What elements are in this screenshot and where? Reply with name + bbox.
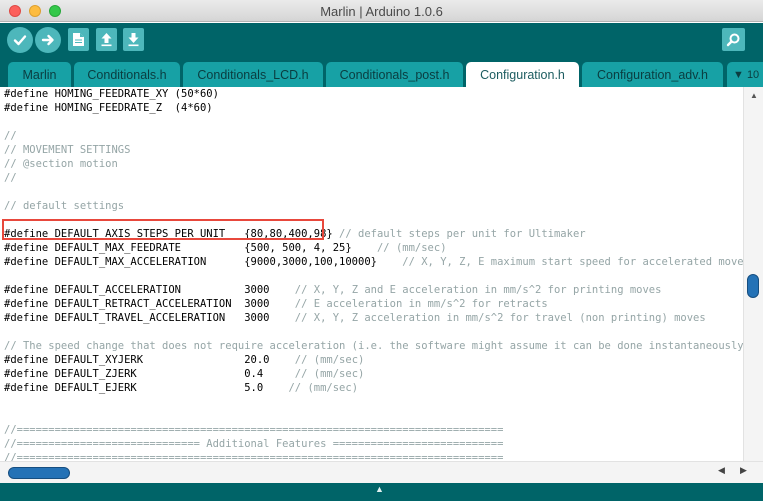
code-text: #define DEFAULT_EJERK 5.0 (4, 382, 289, 394)
code-text: #define DEFAULT_ZJERK 0.4 (4, 368, 295, 380)
code-line: #define DEFAULT_ACCELERATION 3000 // X, … (4, 283, 743, 297)
code-comment: // (mm/sec) (294, 368, 365, 380)
open-up-icon (101, 33, 112, 47)
new-sketch-button[interactable] (68, 28, 89, 51)
upload-button[interactable] (35, 27, 61, 53)
code-line: #define DEFAULT_MAX_ACCELERATION {9000,3… (4, 255, 743, 269)
code-lines: #define HOMING_FEEDRATE_XY (50*60) #defin… (4, 87, 743, 461)
save-down-icon (128, 33, 139, 47)
code-text: #define DEFAULT_MAX_ACCELERATION {9000,3… (4, 256, 403, 268)
code-comment: // MOVEMENT SETTINGS (4, 144, 131, 156)
window-title: Marlin | Arduino 1.0.6 (320, 4, 443, 19)
code-comment: // The speed change that does not requir… (4, 340, 743, 352)
code-line: // @section motion (4, 157, 743, 171)
new-file-icon (73, 33, 84, 46)
code-comment: // default steps per unit for Ultimaker (339, 228, 586, 240)
horizontal-scrollbar[interactable]: ◀ ▶ (0, 461, 763, 483)
chevron-left-icon[interactable]: ◀ (718, 465, 725, 476)
code-line: // (4, 171, 743, 185)
tab-conditionals-h[interactable]: Conditionals.h (74, 62, 180, 87)
magnifier-icon (726, 33, 740, 47)
code-comment: // (mm/sec) (294, 354, 365, 366)
code-text: #define DEFAULT_RETRACT_ACCELERATION 300… (4, 298, 295, 310)
code-text: #define DEFAULT_TRAVEL_ACCELERATION 3000 (4, 312, 295, 324)
tab-conditionals-post-h[interactable]: Conditionals_post.h (326, 62, 463, 87)
code-line: // MOVEMENT SETTINGS (4, 143, 743, 157)
code-comment: //============================= Addition… (4, 438, 504, 450)
chevron-up-icon[interactable]: ▲ (750, 91, 758, 100)
code-text: #define HOMING_FEEDRATE_Z (4*60) (4, 102, 213, 114)
window-titlebar[interactable]: Marlin | Arduino 1.0.6 (0, 0, 763, 22)
serial-monitor-button[interactable] (722, 28, 745, 51)
code-line: #define DEFAULT_TRAVEL_ACCELERATION 3000… (4, 311, 743, 325)
code-line: #define DEFAULT_RETRACT_ACCELERATION 300… (4, 297, 743, 311)
code-comment: // X, Y, Z and E acceleration in mm/s^2 … (294, 284, 662, 296)
code-comment: // @section motion (4, 158, 118, 170)
console-divider[interactable]: ▲ (0, 483, 763, 501)
code-line: // The speed change that does not requir… (4, 339, 743, 353)
code-comment: // (4, 172, 17, 184)
code-line: //======================================… (4, 451, 743, 461)
code-comment: // (4, 130, 17, 142)
code-line: #define DEFAULT_AXIS_STEPS_PER_UNIT {80,… (4, 227, 743, 241)
code-comment: // X, Y, Z acceleration in mm/s^2 for tr… (294, 312, 706, 324)
code-line: #define DEFAULT_ZJERK 0.4 // (mm/sec) (4, 367, 743, 381)
tab-menu-button[interactable]: ▼ 10 (727, 62, 763, 87)
verify-button[interactable] (7, 27, 33, 53)
code-line: #define DEFAULT_MAX_FEEDRATE {500, 500, … (4, 241, 743, 255)
code-text: #define DEFAULT_MAX_FEEDRATE {500, 500, … (4, 242, 377, 254)
code-line: #define HOMING_FEEDRATE_Z (4*60) (4, 101, 743, 115)
code-line: #define DEFAULT_EJERK 5.0 // (mm/sec) (4, 381, 743, 395)
code-comment: //======================================… (4, 452, 504, 461)
open-sketch-button[interactable] (96, 28, 117, 51)
horizontal-scroll-thumb[interactable] (8, 467, 70, 479)
code-text: #define DEFAULT_AXIS_STEPS_PER_UNIT {80,… (4, 228, 340, 240)
code-editor[interactable]: #define HOMING_FEEDRATE_XY (50*60) #defin… (0, 87, 743, 461)
tab-configuration-h[interactable]: Configuration.h (466, 62, 579, 87)
divider-grip-icon[interactable]: ▲ (375, 484, 384, 494)
code-text: #define DEFAULT_XYJERK 20.0 (4, 354, 295, 366)
code-comment: // default settings (4, 200, 125, 212)
toolbar (0, 23, 763, 57)
tab-marlin[interactable]: Marlin (8, 62, 71, 87)
code-line: #define HOMING_FEEDRATE_XY (50*60) (4, 87, 743, 101)
code-comment: // (mm/sec) (288, 382, 359, 394)
code-comment: // X, Y, Z, E maximum start speed for ac… (402, 256, 743, 268)
code-line: // default settings (4, 199, 743, 213)
code-line: //======================================… (4, 423, 743, 437)
code-comment: //======================================… (4, 424, 504, 436)
tab-configuration-adv-h[interactable]: Configuration_adv.h (582, 62, 723, 87)
code-text: #define DEFAULT_ACCELERATION 3000 (4, 284, 295, 296)
vertical-scroll-thumb[interactable] (747, 274, 759, 298)
code-comment: // (mm/sec) (376, 242, 447, 254)
chevron-right-icon[interactable]: ▶ (740, 465, 747, 476)
tab-bar: Marlin Conditionals.h Conditionals_LCD.h… (0, 57, 763, 87)
save-sketch-button[interactable] (123, 28, 144, 51)
code-line: // (4, 129, 743, 143)
code-comment: // E acceleration in mm/s^2 for retracts (294, 298, 548, 310)
tab-conditionals-lcd-h[interactable]: Conditionals_LCD.h (183, 62, 323, 87)
arrow-right-icon (41, 34, 54, 46)
code-line: #define DEFAULT_XYJERK 20.0 // (mm/sec) (4, 353, 743, 367)
check-icon (13, 35, 27, 46)
code-text: #define HOMING_FEEDRATE_XY (50*60) (4, 88, 219, 100)
vertical-scrollbar[interactable]: ▲ (743, 87, 763, 465)
code-line: //============================= Addition… (4, 437, 743, 451)
